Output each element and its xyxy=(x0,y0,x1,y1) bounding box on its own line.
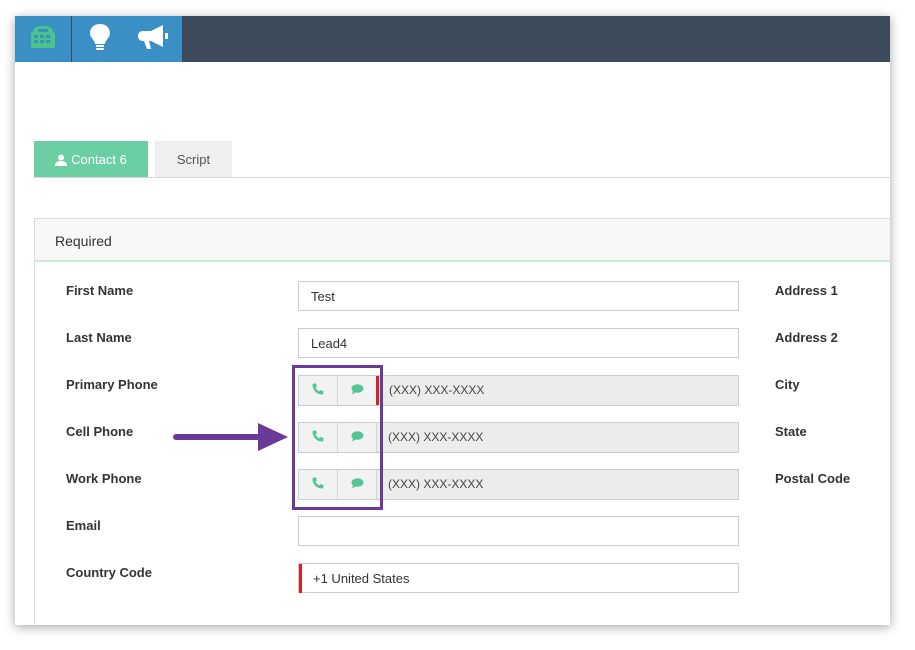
country-code-label: Country Code xyxy=(66,565,152,580)
panel-title: Required xyxy=(55,233,112,249)
lightbulb-icon xyxy=(89,23,111,56)
postal-code-label: Postal Code xyxy=(775,471,851,486)
city-label: City xyxy=(775,377,800,392)
state-label: State xyxy=(775,424,807,439)
tab-contact-label: Contact 6 xyxy=(71,152,127,167)
country-code-value: +1 United States xyxy=(313,570,410,586)
primary-phone-input[interactable]: (XXX) XXX-XXXX xyxy=(389,383,484,397)
last-name-label: Last Name xyxy=(66,330,132,345)
required-indicator xyxy=(299,564,302,593)
work-phone-label: Work Phone xyxy=(66,471,142,486)
cell-phone-input[interactable]: (XXX) XXX-XXXX xyxy=(388,430,483,444)
email-label: Email xyxy=(66,518,101,533)
panel-header: Required xyxy=(35,219,890,262)
phone-buttons-highlight xyxy=(292,365,383,510)
primary-phone-label: Primary Phone xyxy=(66,377,158,392)
tab-script-label: Script xyxy=(176,152,211,167)
tab-contact[interactable]: Contact 6 xyxy=(34,141,148,178)
last-name-input[interactable]: Lead4 xyxy=(298,328,739,358)
first-name-input[interactable]: Test xyxy=(298,281,739,311)
tab-script[interactable]: Script xyxy=(155,141,232,178)
annotation-arrow-icon xyxy=(172,420,290,459)
work-phone-input[interactable]: (XXX) XXX-XXXX xyxy=(388,477,483,491)
tab-divider xyxy=(34,177,890,178)
cell-phone-label: Cell Phone xyxy=(66,424,134,439)
address1-label: Address 1 xyxy=(775,283,838,298)
user-icon xyxy=(55,154,68,166)
tips-button[interactable] xyxy=(72,16,128,62)
email-input[interactable] xyxy=(298,516,739,546)
first-name-value: Test xyxy=(311,288,335,304)
last-name-value: Lead4 xyxy=(311,335,348,351)
top-toolbar xyxy=(15,16,890,62)
first-name-label: First Name xyxy=(66,283,134,298)
app-window: Contact 6 Script Required First Name Las… xyxy=(15,16,890,625)
address2-label: Address 2 xyxy=(775,330,838,345)
dialer-button[interactable] xyxy=(15,16,71,62)
megaphone-icon xyxy=(137,24,169,55)
announcements-button[interactable] xyxy=(123,16,182,62)
country-code-select[interactable]: +1 United States xyxy=(298,563,739,593)
dialer-icon xyxy=(29,23,57,56)
